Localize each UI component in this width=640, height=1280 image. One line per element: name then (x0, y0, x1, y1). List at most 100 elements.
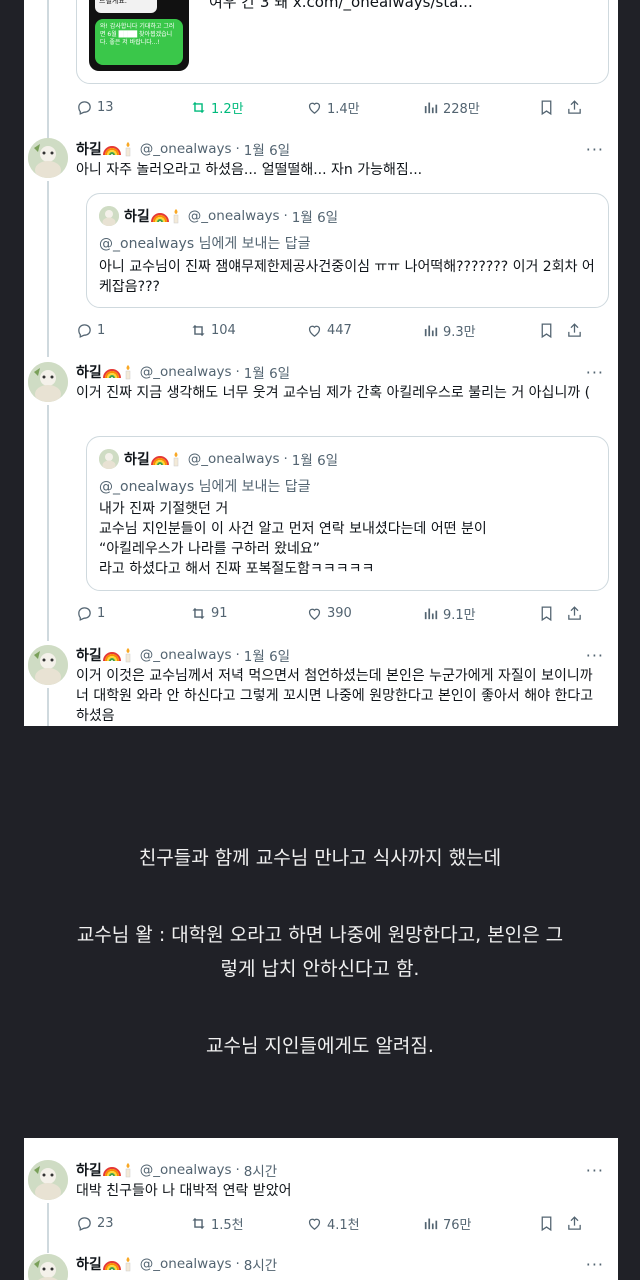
more-options-icon[interactable]: ··· (586, 142, 604, 158)
like-button[interactable]: 4.1천 (306, 1213, 360, 1233)
thread-line (47, 1203, 49, 1253)
tweet-actions: 23 1.5천 4.1천 76만 (76, 1213, 616, 1233)
avatar[interactable] (28, 1160, 68, 1200)
handle[interactable]: @_onealways (140, 1256, 232, 1272)
share-button[interactable] (566, 603, 587, 623)
timestamp[interactable]: 1월 6일 (244, 362, 290, 382)
share-icon (568, 322, 581, 337)
display-name[interactable]: 하길 (76, 139, 102, 159)
display-name[interactable]: 하길 (76, 1160, 102, 1180)
thread-line (47, 688, 49, 726)
link-card[interactable]: 드릴게요. 와! 감사합니다 기대하고 그러면 6월 ████ 찾아뵙겠습니다.… (76, 0, 609, 84)
rainbow-emoji-icon (150, 209, 169, 223)
handle[interactable]: @_onealways (140, 364, 232, 380)
quote-avatar (99, 206, 119, 226)
display-name[interactable]: 하길 (76, 645, 102, 665)
rainbow-emoji-icon (102, 1257, 121, 1271)
quote-display-name: 하길 (124, 209, 150, 225)
heart-icon (308, 102, 321, 114)
like-count: 1.4만 (327, 101, 360, 117)
tweet-thread-panel-bottom: 하길 @_onealways · 8시간 ··· 대박 친구들아 나 대박적 연… (24, 1138, 618, 1280)
avatar[interactable] (28, 1254, 68, 1280)
separator-dot: · (235, 141, 240, 157)
views-button[interactable]: 228만 (422, 97, 480, 117)
separator-dot: · (283, 451, 288, 467)
retweet-button[interactable]: 104 (190, 320, 236, 340)
display-name[interactable]: 하길 (76, 1254, 102, 1274)
quoted-tweet[interactable]: 하길 @_onealways · 1월 6일 @_onealways 님에게 보… (86, 193, 609, 308)
handle[interactable]: @_onealways (140, 647, 232, 663)
tweet-text: 이거 이것은 교수님께서 저녁 먹으면서 첨언하셨는데 본인은 누군가에게 자질… (76, 668, 598, 724)
tweet-header: 하길 @_onealways · 1월 6일 (76, 139, 290, 159)
avatar[interactable] (28, 645, 68, 685)
share-icon (568, 1215, 581, 1230)
reply-button[interactable]: 23 (76, 1213, 114, 1233)
reply-mention[interactable]: @_onealways (99, 479, 194, 495)
reply-count: 1 (97, 322, 106, 338)
avatar-image-icon (28, 645, 68, 685)
reply-suffix: 님에게 보내는 답글 (194, 236, 311, 252)
share-icon (568, 605, 581, 620)
reply-button[interactable]: 13 (76, 97, 114, 117)
timestamp[interactable]: 1월 6일 (244, 645, 290, 665)
rainbow-emoji-icon (102, 648, 121, 662)
quote-header: 하길 @_onealways · 1월 6일 (99, 206, 338, 226)
timestamp[interactable]: 1월 6일 (244, 139, 290, 159)
candle-emoji-icon (122, 141, 134, 157)
retweet-button[interactable]: 1.5천 (190, 1213, 244, 1233)
like-button[interactable]: 1.4만 (306, 97, 360, 117)
tweet-actions: 13 1.2만 1.4만 228만 (76, 97, 616, 117)
commentary-line: 친구들과 함께 교수님 만나고 식사까지 했는데 (138, 847, 502, 869)
share-button[interactable] (566, 320, 587, 340)
bookmark-icon (541, 1215, 552, 1231)
avatar-image-icon (28, 1254, 68, 1280)
reply-mention[interactable]: @_onealways (99, 236, 194, 252)
handle[interactable]: @_onealways (140, 1162, 232, 1178)
tweet-text: 아니 자주 놀러오라고 하셨음... 얼떨떨해... 자n 가능해짐... (76, 162, 423, 178)
link-preview-text[interactable]: 여우 간 3 돼 x.com/_onealways/sta... (209, 0, 473, 12)
like-count: 4.1천 (327, 1217, 360, 1233)
bookmark-button[interactable] (538, 603, 559, 623)
like-button[interactable]: 447 (306, 320, 352, 340)
commentary-line: 교수님 왈 : 대학원 오라고 하면 나중에 원망한다고, 본인은 그 (76, 924, 564, 946)
quote-handle: @_onealways (187, 208, 280, 224)
bookmark-button[interactable] (538, 320, 559, 340)
avatar[interactable] (28, 138, 68, 178)
retweet-count: 104 (211, 322, 236, 338)
views-button[interactable]: 9.1만 (422, 603, 476, 623)
retweet-icon (192, 101, 205, 113)
views-icon (424, 102, 438, 113)
more-options-icon[interactable]: ··· (586, 1163, 604, 1179)
more-options-icon[interactable]: ··· (586, 1257, 604, 1273)
share-button[interactable] (566, 1213, 587, 1233)
avatar[interactable] (28, 362, 68, 402)
views-count: 76만 (443, 1217, 472, 1233)
views-button[interactable]: 76만 (422, 1213, 472, 1233)
quoted-tweet[interactable]: 하길 @_onealways · 1월 6일 @_onealways 님에게 보… (86, 436, 609, 591)
separator-dot: · (283, 208, 288, 224)
retweet-button[interactable]: 1.2만 (190, 97, 244, 117)
handle[interactable]: @_onealways (140, 141, 232, 157)
reply-button[interactable]: 1 (76, 603, 105, 623)
timestamp[interactable]: 8시간 (244, 1160, 277, 1180)
views-count: 9.1만 (443, 607, 476, 623)
retweet-button[interactable]: 91 (190, 603, 228, 623)
share-button[interactable] (566, 97, 587, 117)
reply-context: @_onealways 님에게 보내는 답글 (99, 476, 311, 496)
reply-context: @_onealways 님에게 보내는 답글 (99, 233, 311, 253)
views-button[interactable]: 9.3만 (422, 320, 476, 340)
like-count: 447 (327, 322, 352, 338)
reply-button[interactable]: 1 (76, 320, 105, 340)
bookmark-button[interactable] (538, 97, 559, 117)
bookmark-button[interactable] (538, 1213, 559, 1233)
views-icon (424, 325, 438, 336)
retweet-icon (192, 1217, 205, 1229)
commentary-line: 교수님 지인들에게도 알려짐. (206, 1035, 434, 1057)
display-name[interactable]: 하길 (76, 362, 102, 382)
retweet-count: 1.2만 (211, 101, 244, 117)
like-button[interactable]: 390 (306, 603, 352, 623)
more-options-icon[interactable]: ··· (586, 365, 604, 381)
timestamp[interactable]: 8시간 (244, 1254, 277, 1274)
more-options-icon[interactable]: ··· (586, 648, 604, 664)
tweet-actions: 1 91 390 9.1만 (76, 603, 616, 623)
